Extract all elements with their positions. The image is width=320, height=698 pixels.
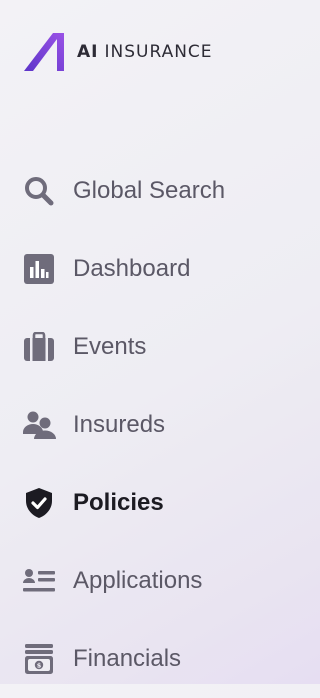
brand-name: AI INSURANCE (77, 42, 213, 62)
sidebar-item-policies[interactable]: Policies (0, 464, 284, 542)
sidebar: AI INSURANCE Global Search Dashboard Eve… (0, 0, 284, 684)
brand-name-insurance: INSURANCE (104, 42, 213, 62)
sidebar-item-label: Insureds (73, 411, 166, 438)
search-icon (22, 174, 56, 208)
users-icon (22, 408, 56, 442)
sidebar-item-label: Global Search (73, 177, 226, 204)
sidebar-item-dashboard[interactable]: Dashboard (0, 230, 284, 308)
svg-text:$: $ (37, 662, 42, 670)
sidebar-item-financials[interactable]: $ Financials (0, 620, 284, 698)
sidebar-item-events[interactable]: Events (0, 308, 284, 386)
brand-name-ai: AI (77, 42, 99, 62)
sidebar-item-global-search[interactable]: Global Search (0, 152, 284, 230)
briefcase-icon (22, 330, 56, 364)
sidebar-nav: Global Search Dashboard Events Insureds … (0, 152, 284, 698)
sidebar-item-label: Applications (73, 567, 203, 594)
list-user-icon (22, 564, 56, 598)
sidebar-item-applications[interactable]: Applications (0, 542, 284, 620)
sidebar-item-label: Policies (73, 489, 164, 516)
shield-check-icon (22, 486, 56, 520)
brand[interactable]: AI INSURANCE (24, 32, 213, 72)
money-stack-icon: $ (22, 642, 56, 676)
ai-logo-icon (24, 33, 64, 71)
sidebar-item-label: Events (73, 333, 147, 360)
sidebar-item-label: Financials (73, 645, 182, 672)
sidebar-item-label: Dashboard (73, 255, 191, 282)
sidebar-item-insureds[interactable]: Insureds (0, 386, 284, 464)
bar-chart-icon (22, 252, 56, 286)
